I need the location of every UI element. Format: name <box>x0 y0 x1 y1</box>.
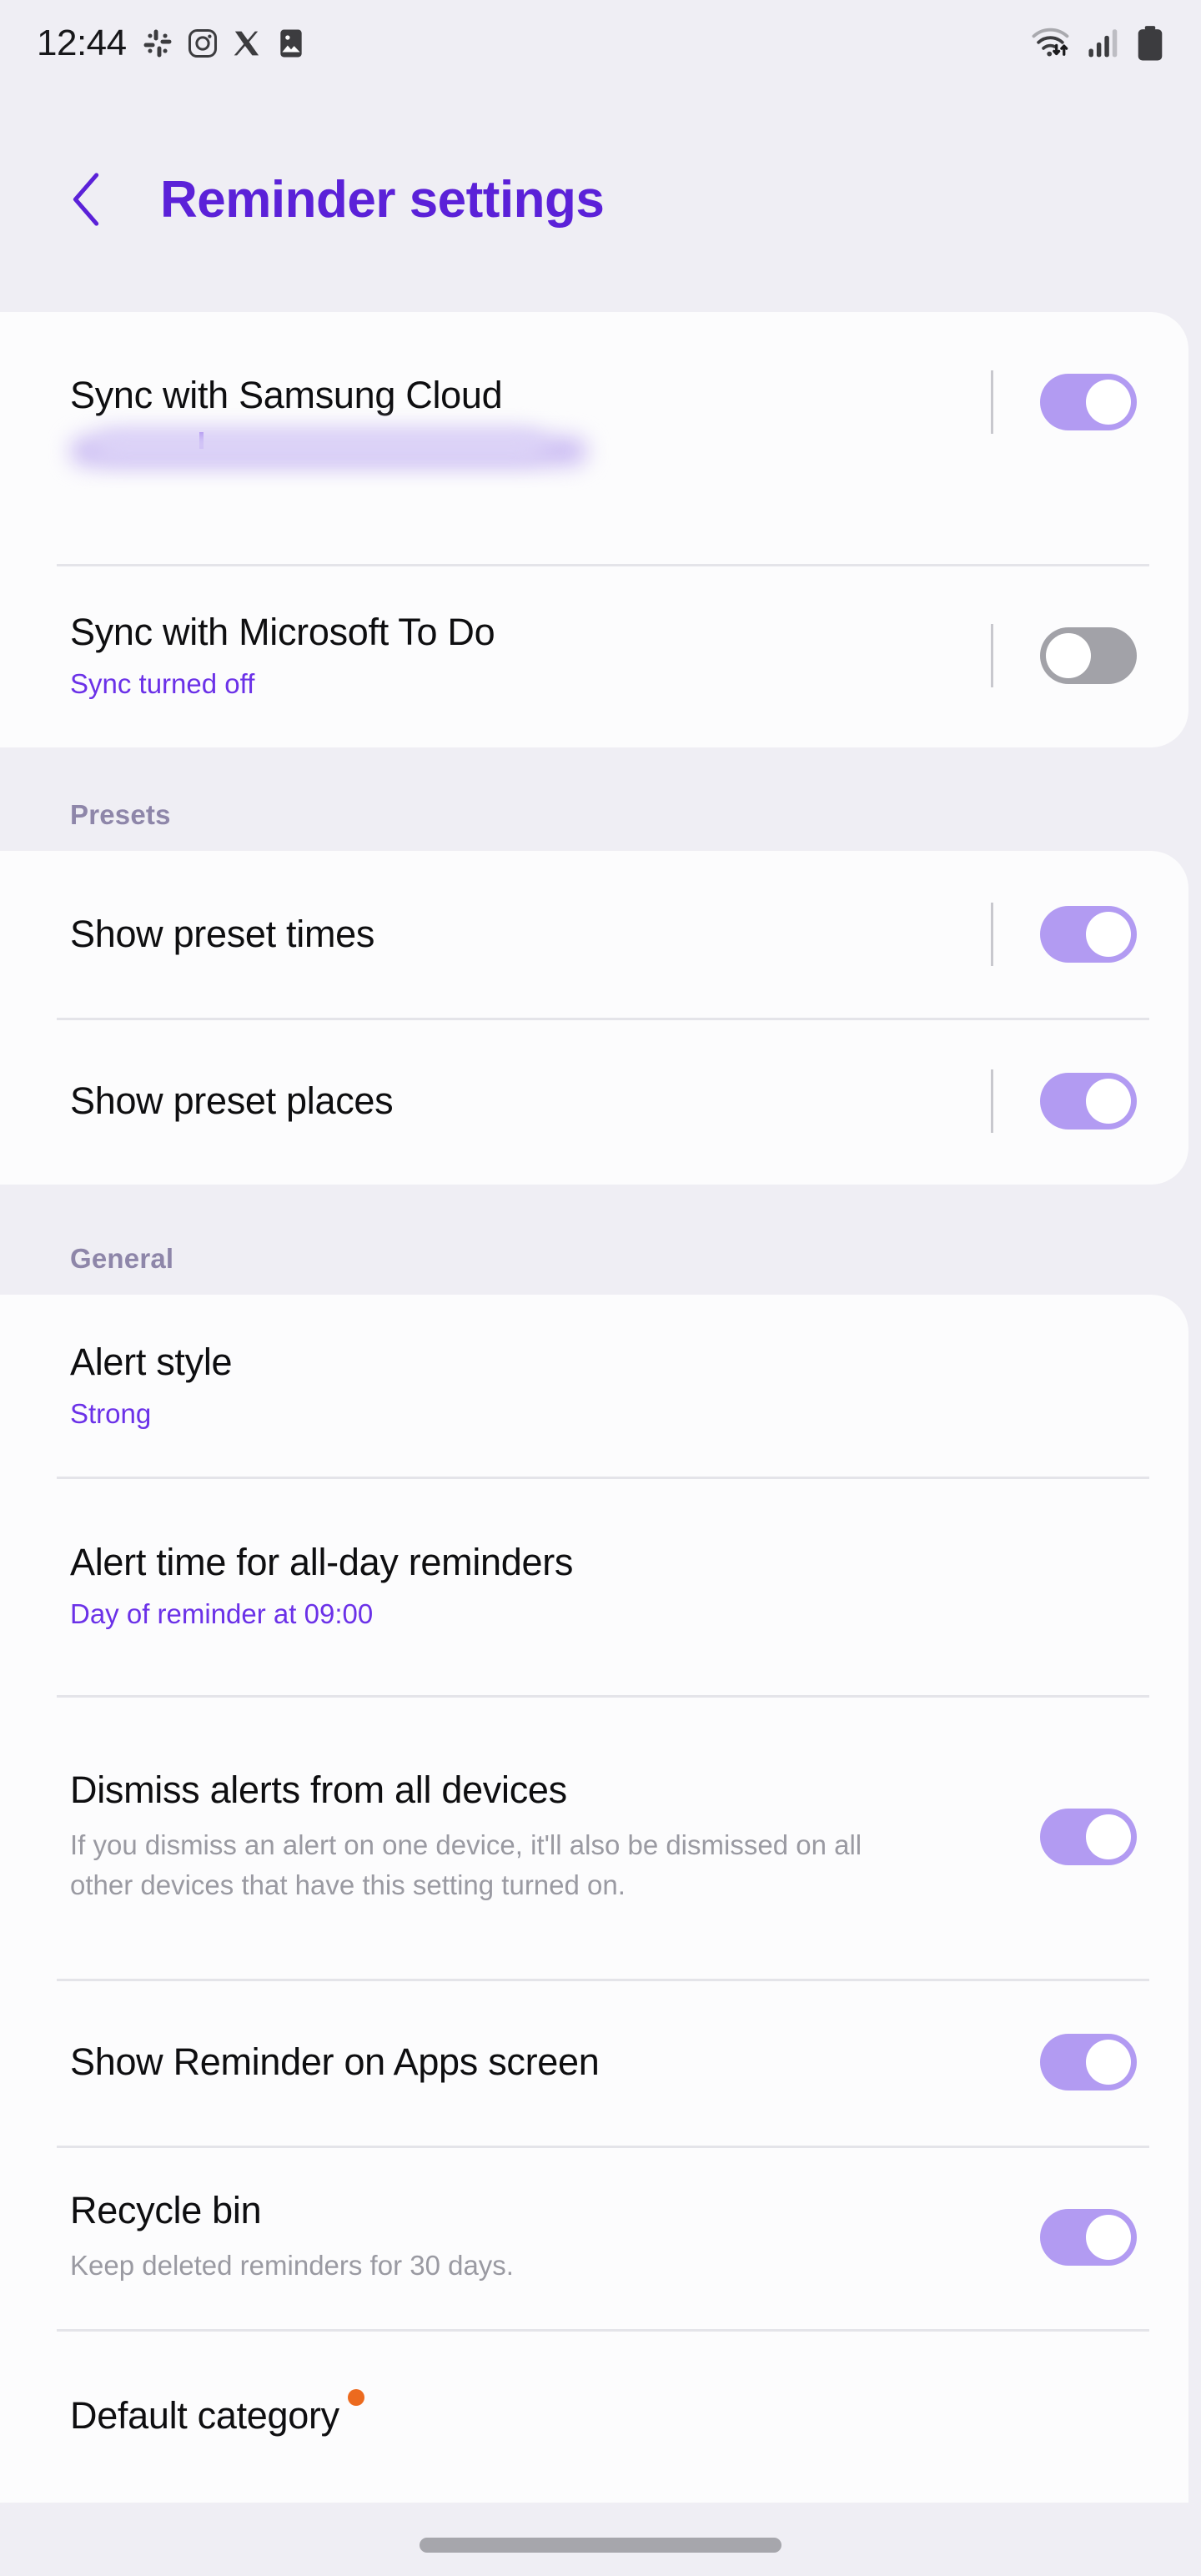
row-text: Show Reminder on Apps screen <box>70 2040 991 2084</box>
reminder-settings-screen: 12:44 Reminder settings Sync with Samsun… <box>0 0 1201 2576</box>
row-title: Alert time for all-day reminders <box>70 1541 574 1584</box>
toggle-area <box>991 1069 1188 1133</box>
status-bar: 12:44 <box>0 0 1201 87</box>
row-title: Show preset places <box>70 1079 394 1123</box>
row-text: Default category <box>70 2389 1188 2438</box>
toggle-area <box>991 2030 1188 2094</box>
status-bar-right <box>1031 25 1164 62</box>
row-title: Dismiss alerts from all devices <box>70 1768 567 1812</box>
slack-icon <box>143 29 172 58</box>
presets-card: Show preset times Show preset places <box>0 851 1188 1185</box>
toggle-dismiss-alerts[interactable] <box>1040 1809 1137 1865</box>
section-header-general: General <box>70 1243 174 1274</box>
new-badge-dot <box>347 2389 364 2407</box>
toggle-sync-samsung-cloud[interactable] <box>1040 374 1137 430</box>
chevron-left-icon <box>73 173 99 226</box>
row-show-preset-times[interactable]: Show preset times <box>0 851 1188 1018</box>
row-text: Sync with Samsung Cloud <box>70 374 991 474</box>
row-text: Show preset places <box>70 1079 991 1123</box>
x-twitter-icon <box>234 31 259 56</box>
toggle-knob <box>1046 633 1091 678</box>
page-header: Reminder settings <box>0 87 1201 312</box>
row-title-text: Default category <box>70 2394 339 2438</box>
gallery-icon <box>279 29 302 58</box>
row-alert-style[interactable]: Alert style Strong <box>0 1295 1188 1477</box>
toggle-knob <box>1086 1814 1131 1859</box>
row-text: Dismiss alerts from all devices If you d… <box>70 1768 991 1904</box>
row-description: Keep deleted reminders for 30 days. <box>70 2249 514 2281</box>
row-show-reminder-apps-screen[interactable]: Show Reminder on Apps screen <box>0 1979 1188 2146</box>
battery-icon <box>1138 26 1163 61</box>
row-title: Sync with Microsoft To Do <box>70 611 495 654</box>
toggle-knob <box>1086 2215 1131 2260</box>
row-subtitle: Day of reminder at 09:00 <box>70 1598 374 1630</box>
back-button[interactable] <box>63 173 110 226</box>
toggle-separator <box>991 370 993 434</box>
general-card: Alert style Strong Alert time for all-da… <box>0 1295 1188 2503</box>
toggle-separator <box>991 1069 993 1133</box>
toggle-recycle-bin[interactable] <box>1040 2209 1137 2266</box>
toggle-knob <box>1086 2040 1131 2085</box>
row-text: Show preset times <box>70 913 991 956</box>
toggle-area <box>991 624 1188 687</box>
row-default-category[interactable]: Default category <box>0 2329 1188 2503</box>
row-text: Alert style Strong <box>70 1341 1188 1430</box>
toggle-sync-microsoft-todo[interactable] <box>1040 627 1137 684</box>
toggle-separator <box>991 624 993 687</box>
row-dismiss-alerts[interactable]: Dismiss alerts from all devices If you d… <box>0 1695 1188 1979</box>
row-sync-microsoft-todo[interactable]: Sync with Microsoft To Do Sync turned of… <box>0 564 1188 747</box>
row-title: Recycle bin <box>70 2189 262 2232</box>
cellular-signal-icon <box>1088 29 1118 58</box>
wifi-transfer-icon <box>1032 28 1069 57</box>
toggle-knob <box>1086 1079 1131 1124</box>
row-text: Sync with Microsoft To Do Sync turned of… <box>70 611 991 700</box>
redacted-speck <box>199 431 204 449</box>
navigation-bar <box>0 2503 1201 2576</box>
row-subtitle: Sync turned off <box>70 668 255 700</box>
toggle-separator <box>991 903 993 966</box>
page-title: Reminder settings <box>160 170 605 229</box>
toggle-knob <box>1086 380 1131 425</box>
row-alert-time-all-day[interactable]: Alert time for all-day reminders Day of … <box>0 1477 1188 1695</box>
redacted-subtitle <box>70 429 587 474</box>
home-indicator[interactable] <box>420 2538 781 2553</box>
toggle-area <box>991 1805 1188 1869</box>
row-title: Show preset times <box>70 913 375 956</box>
row-sync-samsung-cloud[interactable]: Sync with Samsung Cloud <box>0 312 1188 564</box>
row-title: Sync with Samsung Cloud <box>70 374 503 416</box>
sync-card: Sync with Samsung Cloud Sync with Micros… <box>0 312 1188 747</box>
row-recycle-bin[interactable]: Recycle bin Keep deleted reminders for 3… <box>0 2146 1188 2329</box>
row-title: Default category <box>70 2389 364 2438</box>
row-text: Recycle bin Keep deleted reminders for 3… <box>70 2189 991 2286</box>
status-clock: 12:44 <box>37 23 127 63</box>
row-show-preset-places[interactable]: Show preset places <box>0 1018 1188 1185</box>
toggle-knob <box>1086 912 1131 957</box>
row-text: Alert time for all-day reminders Day of … <box>70 1541 1188 1630</box>
toggle-show-preset-times[interactable] <box>1040 906 1137 963</box>
instagram-icon <box>188 28 217 58</box>
toggle-show-preset-places[interactable] <box>1040 1073 1137 1130</box>
toggle-area <box>991 370 1188 434</box>
toggle-show-reminder-apps-screen[interactable] <box>1040 2034 1137 2090</box>
row-subtitle: Strong <box>70 1398 152 1430</box>
toggle-area <box>991 903 1188 966</box>
notification-icons <box>142 28 307 59</box>
status-bar-left: 12:44 <box>37 23 307 64</box>
row-title: Show Reminder on Apps screen <box>70 2040 600 2084</box>
toggle-area <box>991 2206 1188 2269</box>
row-title: Alert style <box>70 1341 233 1384</box>
row-description: If you dismiss an alert on one device, i… <box>70 1829 862 1900</box>
section-header-presets: Presets <box>70 799 171 830</box>
